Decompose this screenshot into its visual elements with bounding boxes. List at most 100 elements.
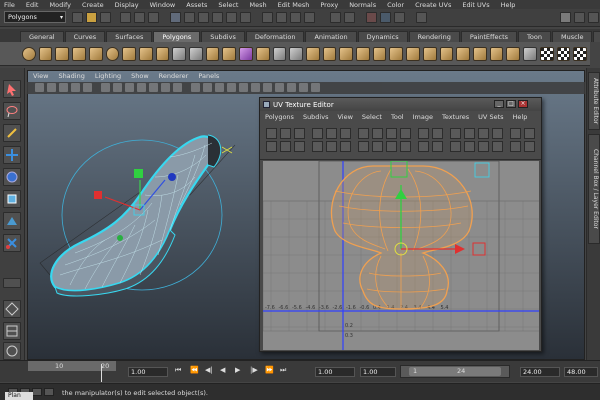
uv-tool-icon[interactable] [464,128,475,139]
range-slider-thumb[interactable]: 1 24 [409,367,501,376]
pick-mask-icon[interactable] [240,12,251,23]
channel-box-tab[interactable]: Channel Box / Layer Editor [588,134,600,244]
shelf-tab-curves[interactable]: Curves [64,31,106,42]
snap-point-icon[interactable] [290,12,301,23]
current-time-field[interactable]: 1.00 [128,367,168,377]
smooth-proxy-icon[interactable] [239,46,253,61]
uv-menu-polygons[interactable]: Polygons [265,113,294,121]
range-slider[interactable]: 1 24 [400,365,510,378]
checker-icon[interactable] [573,46,587,61]
rotate-tool-icon[interactable] [3,168,21,186]
slide-edge-icon[interactable] [406,46,420,61]
viewport-toggle-icon[interactable] [71,83,80,92]
step-back-key-icon[interactable]: ⏪ [190,366,202,377]
planar-mapping-icon[interactable] [456,46,470,61]
viewport-toggle-icon[interactable] [203,83,212,92]
viewport-menu-renderer[interactable]: Renderer [159,72,189,80]
poly-prism-icon[interactable] [122,46,136,61]
viewport-toggle-icon[interactable] [47,83,56,92]
bridge-icon[interactable] [322,46,337,61]
poly-sphere-icon[interactable] [22,46,36,61]
attribute-editor-tab[interactable]: Attribute Editor [588,72,600,130]
viewport-toggle-icon[interactable] [137,83,146,92]
uv-tool-icon[interactable] [478,128,489,139]
viewport-menu-shading[interactable]: Shading [58,72,84,80]
bevel-icon[interactable] [422,46,437,61]
menu-edit-uvs[interactable]: Edit UVs [462,1,489,9]
pick-mask-icon[interactable] [198,12,209,23]
uv-tool-icon[interactable] [386,141,397,152]
snap-plane-icon[interactable] [304,12,315,23]
quadrangulate-icon[interactable] [289,46,303,61]
move-manipulator-x-handle[interactable] [94,191,102,199]
uv-tool-icon[interactable] [266,141,277,152]
pick-mask-icon[interactable] [212,12,223,23]
select-component-icon[interactable] [148,12,159,23]
uv-tool-icon[interactable] [418,128,429,139]
uv-menu-view[interactable]: View [337,113,352,121]
uv-tool-icon[interactable] [386,128,397,139]
cylindrical-mapping-icon[interactable] [472,46,487,61]
menu-modify[interactable]: Modify [49,1,71,9]
uv-menu-image[interactable]: Image [413,113,433,121]
uv-menu-select[interactable]: Select [362,113,382,121]
uv-tool-icon[interactable] [372,128,383,139]
viewport-toggle-icon[interactable] [161,83,170,92]
menu-edit[interactable]: Edit [26,1,39,9]
close-button[interactable]: × [518,100,528,108]
go-to-start-icon[interactable]: ⏮ [175,366,187,377]
triangulate-icon[interactable] [272,46,287,61]
manipulator-tool-icon[interactable] [3,212,21,230]
step-forward-frame-icon[interactable]: |▶ [250,366,262,377]
layout-single-icon[interactable] [3,278,21,288]
start-time-field[interactable]: 1.00 [315,367,355,377]
viewport-toggle-icon[interactable] [125,83,134,92]
render-settings-icon[interactable] [394,12,405,23]
outliner-layout-icon[interactable] [3,342,21,360]
layout-side-icon[interactable] [3,322,21,340]
render-icon[interactable] [366,12,377,23]
pick-mask-icon[interactable] [170,12,181,23]
uv-tool-icon[interactable] [280,128,291,139]
panel-layout-icon[interactable] [44,388,54,396]
viewport-menu-lighting[interactable]: Lighting [95,72,121,80]
insert-edge-loop-icon[interactable] [372,46,387,61]
maximize-button[interactable]: □ [506,100,516,108]
ipr-render-icon[interactable] [380,12,391,23]
uv-menu-tool[interactable]: Tool [391,113,404,121]
uv-editor-icon[interactable] [523,46,537,61]
smooth-icon[interactable] [222,46,237,61]
checker-icon[interactable] [539,46,554,61]
poly-cylinder-icon[interactable] [55,46,70,61]
viewport-menu-show[interactable]: Show [131,72,149,80]
uv-tool-icon[interactable] [400,128,411,139]
viewport-menu-view[interactable]: View [33,72,48,80]
poly-torus-icon[interactable] [105,46,120,61]
menu-assets[interactable]: Assets [186,1,207,9]
snap-grid-icon[interactable] [262,12,273,23]
uv-tool-icon[interactable] [312,128,323,139]
move-tool-icon[interactable] [3,146,21,164]
viewport-toggle-icon[interactable] [149,83,158,92]
viewport-toggle-icon[interactable] [263,83,272,92]
select-tool-icon[interactable] [3,80,21,98]
shelf-tab-subdivs[interactable]: Subdivs [201,31,245,42]
end-time-field[interactable]: 24.00 [520,367,560,377]
viewport-toggle-icon[interactable] [113,83,122,92]
offset-edge-loop-icon[interactable] [389,46,404,61]
menu-select[interactable]: Select [218,1,238,9]
menu-normals[interactable]: Normals [349,1,376,9]
shelf-tab-muscle[interactable]: Muscle [551,31,593,42]
uv-tool-icon[interactable] [510,128,521,139]
play-backwards-icon[interactable]: ◀ [220,366,232,377]
viewport-toggle-icon[interactable] [191,83,200,92]
shelf-tab-surfaces[interactable]: Surfaces [106,31,153,42]
uv-texture-editor-window[interactable]: UV Texture Editor _ □ × Polygons Subdivs V… [259,97,542,352]
uv-tool-icon[interactable] [450,141,461,152]
merge-icon[interactable] [439,46,454,61]
viewport-toggle-icon[interactable] [251,83,260,92]
menu-set-selector[interactable]: Polygons ▾ [4,11,66,23]
pick-mask-icon[interactable] [226,12,237,23]
menu-color[interactable]: Color [387,1,404,9]
uv-tool-icon[interactable] [358,128,369,139]
